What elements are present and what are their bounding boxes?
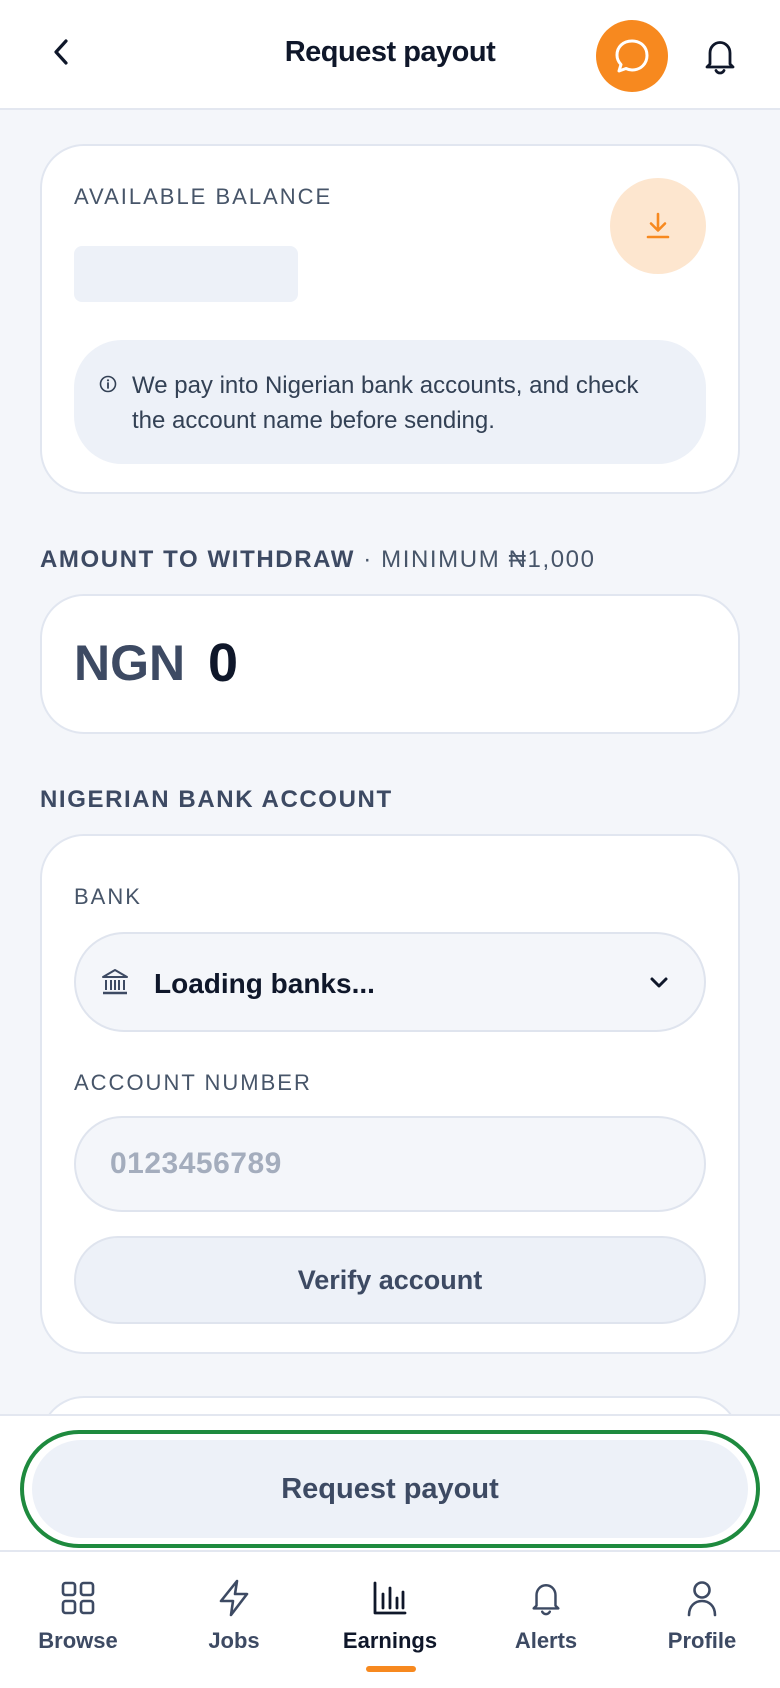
chat-bubble-icon [615,39,649,73]
amount-minimum-label: MINIMUM ₦1,000 [381,546,596,573]
bottom-navigation: Browse Jobs Earnings Alerts Profile [0,1550,780,1688]
user-icon [687,1581,717,1617]
balance-card: AVAILABLE BALANCE We pay into Nigerian b… [40,144,740,494]
bell-icon [705,41,735,75]
nav-item-jobs[interactable]: Jobs [156,1552,312,1688]
verify-account-button[interactable]: Verify account [74,1236,706,1324]
nav-label-alerts: Alerts [514,1628,578,1653]
bar-chart-icon [373,1581,407,1615]
download-icon [646,212,670,239]
bell-icon [532,1583,560,1616]
bank-label: BANK [74,884,142,909]
amount-value: 0 [208,633,239,693]
nav-item-alerts[interactable]: Alerts [468,1552,624,1688]
chevron-down-icon [650,977,668,988]
account-number-label: ACCOUNT NUMBER [74,1070,312,1095]
lightning-icon [219,1579,249,1617]
active-tab-indicator [366,1666,416,1672]
bank-account-card: BANK Loading banks... ACCOUNT NUMBER Ver… [40,834,740,1354]
footer-action-bar: Request payout [0,1414,780,1550]
download-statement-button[interactable] [610,178,706,274]
nav-item-earnings[interactable]: Earnings [312,1552,468,1688]
request-payout-button[interactable]: Request payout [32,1440,748,1538]
amount-section-separator: · [354,546,382,573]
info-text: We pay into Nigerian bank accounts, and … [132,372,639,434]
amount-section-label: AMOUNT TO WITHDRAW [40,546,355,573]
available-balance-label: AVAILABLE BALANCE [74,184,333,209]
bank-select[interactable]: Loading banks... [74,932,706,1032]
grid-icon [61,1581,95,1615]
nav-label-browse: Browse [38,1628,118,1653]
bank-icon [102,969,128,995]
nav-item-profile[interactable]: Profile [624,1552,780,1688]
amount-section-title: AMOUNT TO WITHDRAW · MINIMUM ₦1,000 [40,546,596,574]
nav-label-profile: Profile [667,1628,737,1653]
account-number-input[interactable] [74,1116,706,1212]
nav-label-jobs: Jobs [208,1628,260,1653]
amount-currency: NGN [74,635,186,691]
bank-section-title: NIGERIAN BANK ACCOUNT [40,786,393,813]
notifications-button[interactable] [696,32,744,80]
payout-info-notice: We pay into Nigerian bank accounts, and … [74,340,706,464]
amount-input[interactable]: NGN 0 [40,594,740,734]
app-header: Request payout [0,0,780,110]
nav-label-earnings: Earnings [342,1628,438,1653]
nav-item-browse[interactable]: Browse [0,1552,156,1688]
balance-loading-placeholder [74,246,298,302]
info-icon [99,375,117,393]
bank-select-value: Loading banks... [154,968,375,999]
chat-button[interactable] [596,20,668,92]
